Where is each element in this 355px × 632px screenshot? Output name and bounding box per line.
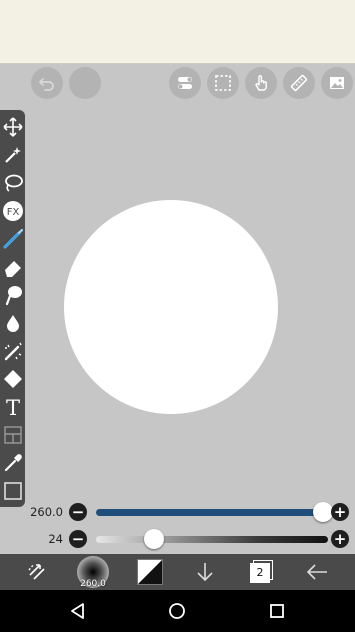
selection-dashed-icon [215,75,231,91]
nav-back-button[interactable] [58,590,98,632]
frame-divider-icon [3,426,22,444]
plus-icon: + [333,530,347,548]
nav-recents-button[interactable] [257,590,297,632]
nav-recents-square-icon [270,604,284,618]
special-pen-icon [4,342,22,361]
brush-button[interactable] [0,226,25,252]
layer-count: 2 [250,563,270,583]
brush-preview-icon: 260.0 [77,556,109,589]
blur-button[interactable] [0,310,25,336]
color-button[interactable] [134,554,166,590]
adjust-toggle-icon [178,77,192,89]
eyedropper-button[interactable] [0,450,25,476]
transform-button[interactable] [20,554,54,590]
brush-size-text: 260.0 [80,579,106,589]
opacity-increase-button[interactable]: + [331,530,349,548]
svg-text:FX: FX [6,207,19,218]
nav-back-triangle-icon [71,603,84,619]
size-slider-track[interactable] [96,509,328,516]
arrow-down-icon [197,563,213,582]
text-tool-icon: T [5,396,19,418]
canvas-button[interactable] [0,478,25,504]
size-value-label: 260.0 [30,505,63,519]
eyedropper-icon [4,454,22,472]
undo-arrow-icon [39,78,54,91]
white-circle-drawing [64,200,278,414]
canvas-icon [3,482,22,500]
frame-divider-button[interactable] [0,422,25,448]
layers-icon: 2 [249,560,273,584]
fill-bucket-button[interactable] [0,366,25,392]
image-button[interactable] [321,67,353,99]
lasso-icon [4,174,23,192]
ruler-icon [290,74,308,92]
magic-wand-button[interactable] [0,142,25,168]
adjust-button[interactable] [169,67,201,99]
opacity-value-label: 24 [48,532,63,546]
smudge-icon [5,286,22,306]
color-swatch-icon [137,559,163,585]
bottom-toolbar: 260.0 2 [0,554,355,590]
ruler-button[interactable] [283,67,315,99]
image-icon [330,77,344,89]
fx-filter-button[interactable]: FX [0,198,25,224]
size-increase-button[interactable]: + [331,503,349,521]
brush-size-button[interactable]: 260.0 [74,554,112,590]
top-status-bar [0,0,355,64]
back-button[interactable] [300,554,334,590]
svg-text:T: T [5,396,19,418]
redo-button[interactable] [69,67,101,99]
eraser-icon [4,261,21,277]
nav-home-button[interactable] [157,590,197,632]
smudge-button[interactable] [0,282,25,308]
undo-button[interactable] [31,67,63,99]
move-tool-button[interactable] [0,114,25,140]
left-toolbar: FX T [0,110,25,507]
opacity-slider-track[interactable] [96,536,328,543]
selection-button[interactable] [207,67,239,99]
move-tool-icon [2,117,23,137]
system-nav-bar [0,590,355,632]
minus-icon: − [71,503,85,521]
magic-wand-icon [4,147,21,163]
fx-filter-icon: FX [2,201,23,221]
blur-drop-icon [6,315,19,332]
fill-bucket-icon [3,370,22,388]
special-pen-button[interactable] [0,338,25,364]
nav-home-circle-icon [169,603,185,619]
move-layer-down-button[interactable] [188,554,222,590]
plus-icon: + [333,503,347,521]
size-decrease-button[interactable]: − [69,503,87,521]
brush-icon [3,229,23,249]
hand-touch-icon [255,75,267,91]
hand-button[interactable] [245,67,277,99]
arrow-left-icon [306,564,327,580]
layers-button[interactable]: 2 [244,554,278,590]
text-tool-button[interactable]: T [0,394,25,420]
opacity-decrease-button[interactable]: − [69,530,87,548]
eraser-button[interactable] [0,254,25,280]
lasso-button[interactable] [0,170,25,196]
minus-icon: − [71,530,85,548]
rotate-arrows-icon [28,563,45,580]
opacity-slider-thumb[interactable] [144,529,164,549]
